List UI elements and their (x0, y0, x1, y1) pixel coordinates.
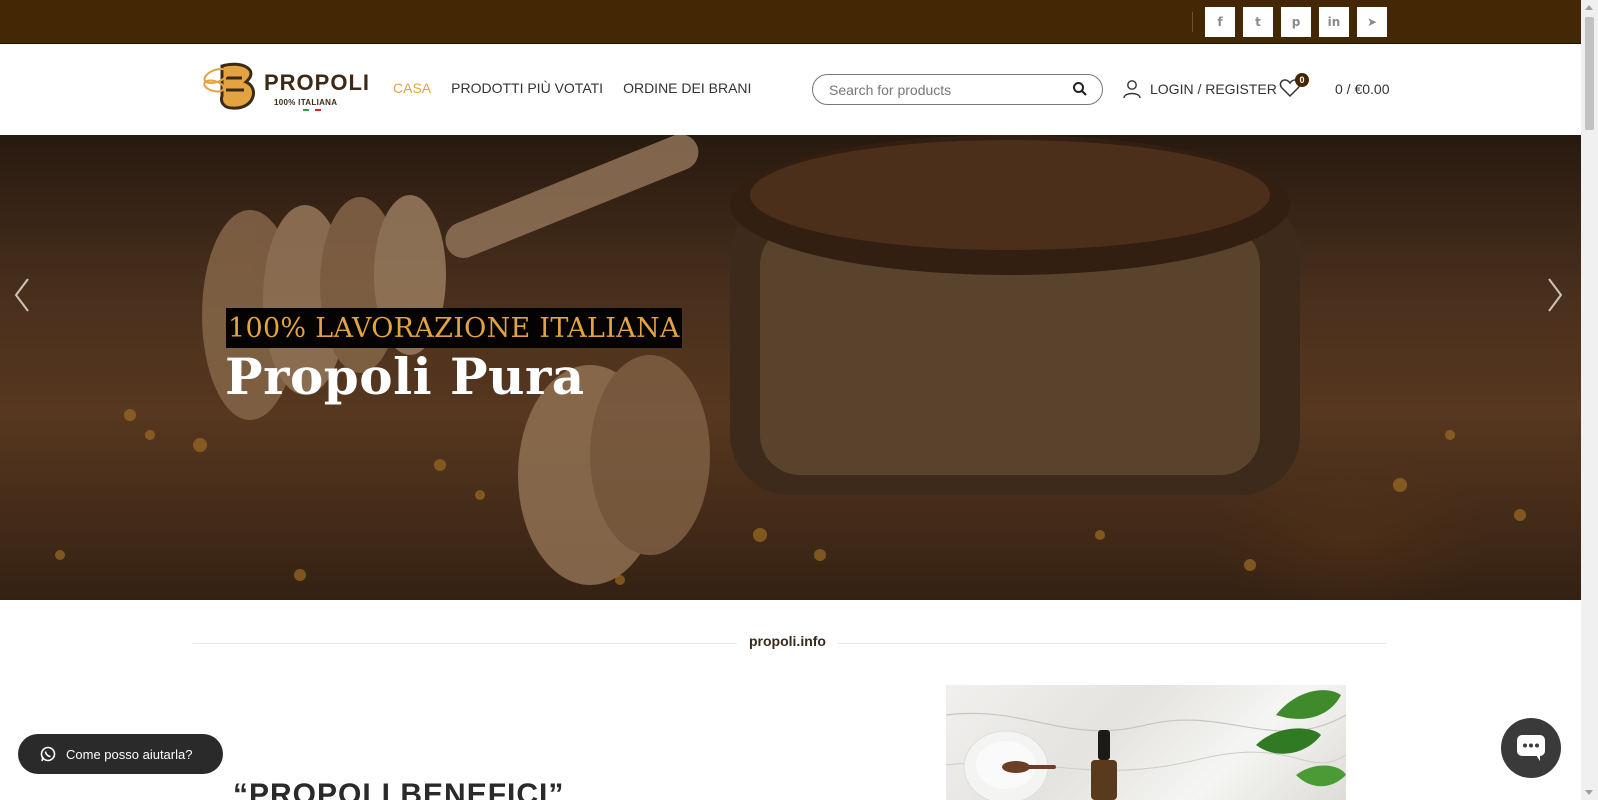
scrollbar-thumb[interactable] (1585, 17, 1594, 130)
hero-slider: 100% LAVORAZIONE ITALIANA Propoli Pura (0, 135, 1581, 600)
cart-link[interactable]: 0 / €0.00 (1335, 81, 1390, 97)
scroll-up-arrow-icon[interactable] (1585, 5, 1593, 10)
login-register-link[interactable]: LOGIN / REGISTER (1122, 79, 1277, 99)
italian-flag-icon (303, 109, 321, 111)
linkedin-icon[interactable]: in (1319, 7, 1349, 37)
top-bar-divider (1192, 12, 1193, 32)
section-title: “PROPOLI BENEFICI” (233, 778, 565, 800)
wishlist-button[interactable]: 0 (1279, 73, 1309, 102)
user-icon (1123, 80, 1141, 99)
search-bar (812, 74, 1103, 105)
search-icon[interactable] (1072, 81, 1088, 97)
whatsapp-icon (40, 746, 56, 762)
pinterest-icon[interactable]: p (1281, 7, 1311, 37)
main-nav: CASA PRODOTTI PIÙ VOTATI ORDINE DEI BRAN… (393, 80, 751, 96)
hero-title: Propoli Pura (225, 347, 585, 406)
login-label: LOGIN / REGISTER (1150, 81, 1277, 97)
bee-logo-icon (203, 62, 256, 110)
top-bar: f t p in ➤ (0, 0, 1581, 44)
page-scrollbar[interactable] (1581, 0, 1598, 800)
live-chat-button[interactable] (1501, 718, 1561, 778)
facebook-icon[interactable]: f (1205, 7, 1235, 37)
hero-subtitle: 100% LAVORAZIONE ITALIANA (226, 308, 682, 348)
whatsapp-label: Come posso aiutarla? (66, 746, 193, 762)
slider-prev-arrow-icon[interactable] (12, 275, 32, 315)
slider-next-arrow-icon[interactable] (1545, 275, 1565, 315)
product-photo (946, 690, 1346, 800)
product-image (946, 685, 1346, 800)
site-header: PROPOLI 100% ITALIANA CASA PRODOTTI PIÙ … (0, 45, 1581, 135)
chat-bubble-icon (1517, 735, 1545, 761)
whatsapp-chat-button[interactable]: Come posso aiutarla? (18, 734, 223, 774)
logo-tagline: 100% ITALIANA (274, 98, 338, 107)
logo-wordmark: PROPOLI (264, 70, 371, 95)
nav-item-casa[interactable]: CASA (393, 80, 431, 96)
site-logo[interactable]: PROPOLI 100% ITALIANA (202, 58, 372, 116)
scroll-down-arrow-icon[interactable] (1585, 790, 1593, 795)
wishlist-count-badge: 0 (1295, 73, 1309, 87)
divider-label: propoli.info (737, 633, 838, 649)
nav-item-prodotti[interactable]: PRODOTTI PIÙ VOTATI (451, 80, 603, 96)
search-input[interactable] (813, 81, 1053, 98)
twitter-icon[interactable]: t (1243, 7, 1273, 37)
social-links: f t p in ➤ (1205, 7, 1387, 37)
nav-item-ordine[interactable]: ORDINE DEI BRANI (623, 80, 751, 96)
telegram-icon[interactable]: ➤ (1357, 7, 1387, 37)
